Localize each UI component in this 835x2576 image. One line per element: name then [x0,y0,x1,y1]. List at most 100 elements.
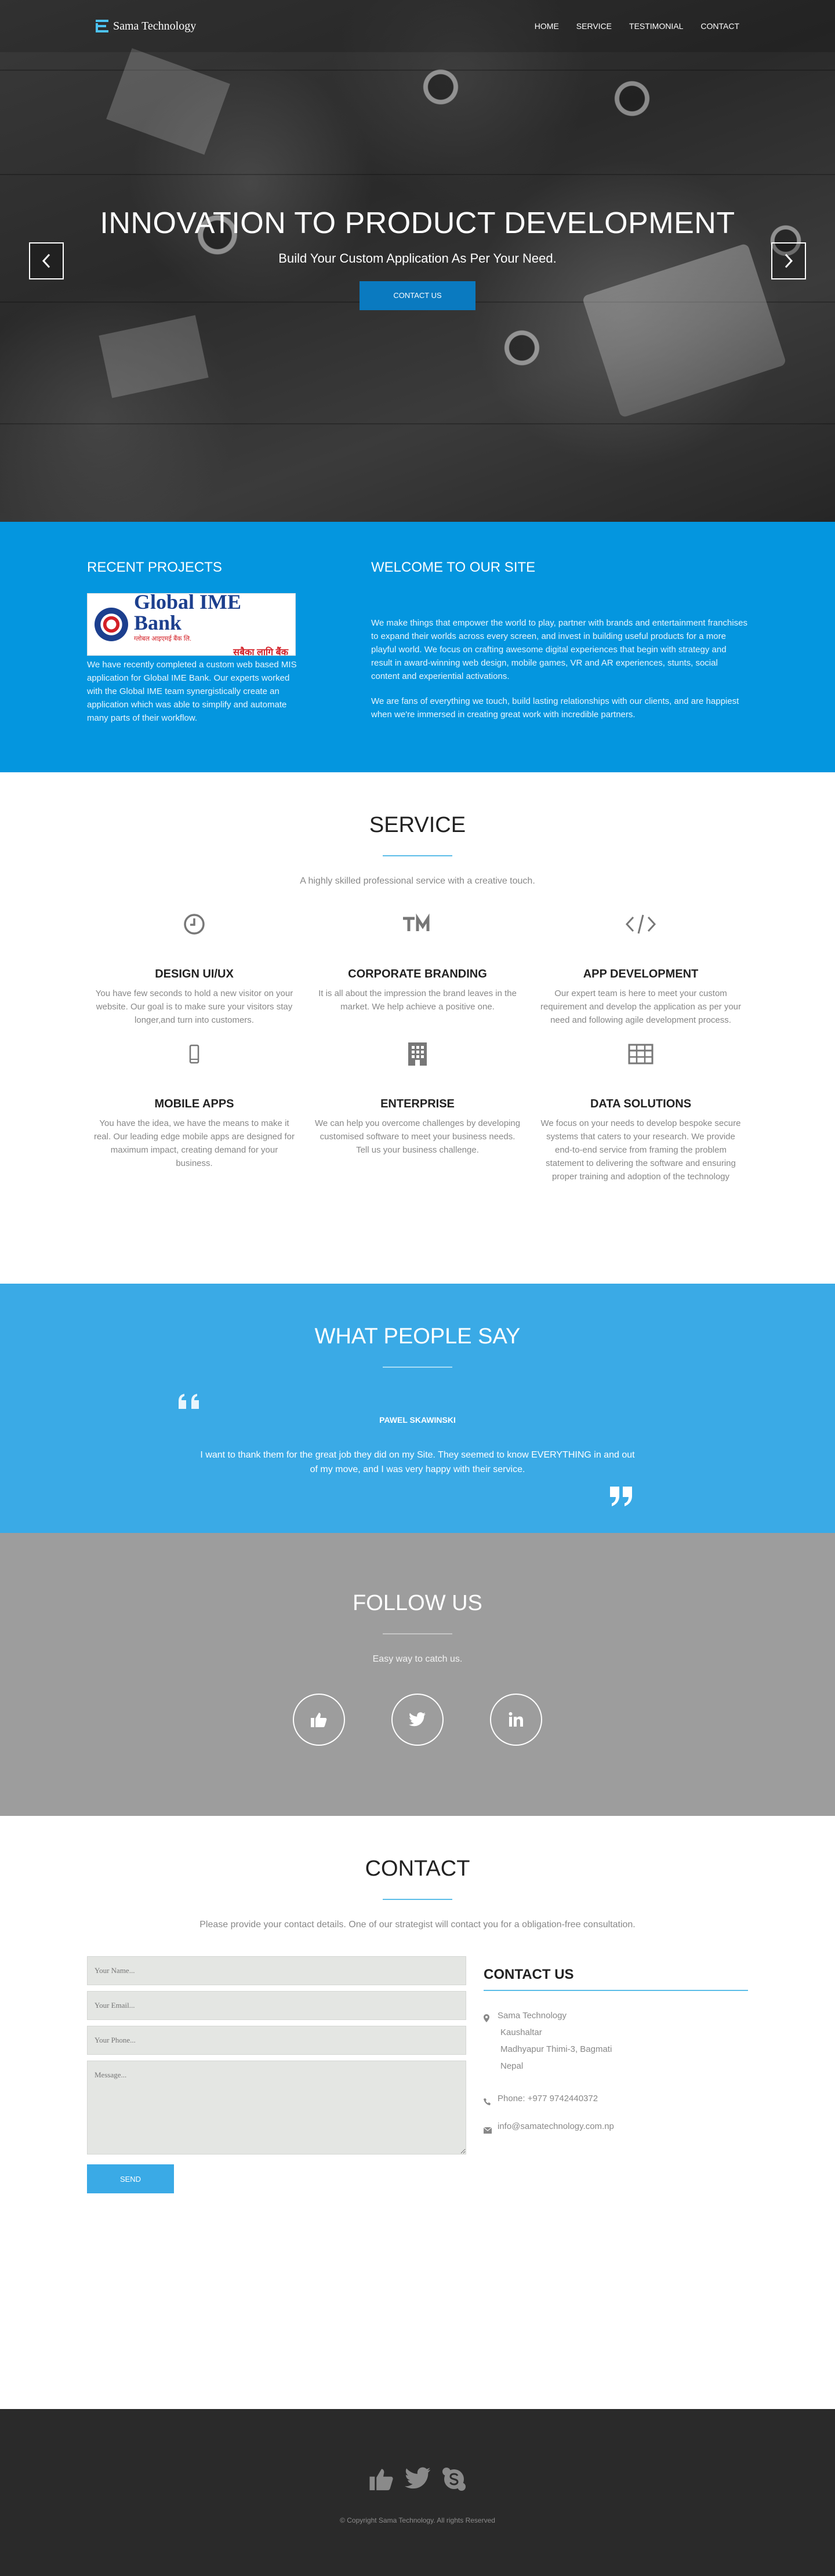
address-line: Sama Technology [498,2011,567,2021]
brand-name: Sama Technology [113,19,197,32]
footer-skype-link[interactable] [442,2467,466,2494]
divider [383,1633,452,1634]
welcome: WELCOME TO OUR SITE We make things that … [371,522,748,772]
phone-field[interactable] [87,2026,466,2055]
send-button[interactable]: SEND [87,2164,174,2193]
hero-title: INNOVATION TO PRODUCT DEVELOPMENT [100,206,735,240]
phone-text: Phone: +977 9742440372 [498,2094,598,2103]
testimonial-author: PAWEL SKAWINSKI [379,1415,456,1425]
service-heading: SERVICE [369,813,466,837]
service-item: APP DEVELOPMENT Our expert team is here … [529,910,753,1027]
map-marker-icon [484,2014,489,2022]
envelope-icon [483,2127,492,2134]
name-field[interactable] [87,1956,466,1985]
recent-projects-heading: RECENT PROJECTS [87,559,222,575]
recent-projects-text: We have recently completed a custom web … [87,660,297,723]
divider [383,1899,452,1900]
service-desc: You have the idea, we have the means to … [93,1118,295,1168]
service-item: ENTERPRISE We can help you overcome chal… [306,1040,529,1183]
service-lead: A highly skilled professional service wi… [300,876,535,886]
hero-section: Sama Technology HOME SERVICE TESTIMONIAL… [0,0,835,522]
copyright-text: © Copyright Sama Technology. All rights … [340,2516,495,2524]
bank-tagline: ग्लोबल आइएमई बैंक लि. [134,635,192,642]
service-item: MOBILE APPS You have the idea, we have t… [83,1040,306,1183]
service-desc: We focus on your needs to develop bespok… [540,1118,741,1182]
twitter-link[interactable] [391,1694,444,1746]
navbar: Sama Technology HOME SERVICE TESTIMONIAL… [0,0,835,52]
nav-home[interactable]: HOME [535,21,559,31]
twitter-icon [405,2467,431,2489]
testimonial-text: I want to thank them for the great job t… [200,1450,635,1474]
coffee-cup-image [418,64,464,110]
contact-heading: CONTACT [365,1856,470,1881]
service-item: DESIGN UI/UX You have few seconds to hol… [83,910,306,1027]
service-title: DATA SOLUTIONS [590,1098,692,1110]
hero-subtitle: Build Your Custom Application As Per You… [278,251,557,266]
footer-social [0,2467,835,2494]
projects-welcome-section: RECENT PROJECTS Global IME Bank ग्लोबल आ… [0,522,835,772]
address-line: Madhyapur Thimi-3, Bagmati [500,2044,612,2054]
quote-open-icon [179,1394,202,1412]
facebook-link[interactable] [293,1694,345,1746]
brand-logo[interactable]: Sama Technology [96,20,196,33]
clock-icon [184,914,205,935]
address-line: Kaushaltar [500,2028,542,2037]
testimonial-heading: WHAT PEOPLE SAY [314,1324,521,1349]
phone-icon [484,2098,491,2105]
skype-icon [442,2468,466,2491]
footer-like-link[interactable] [369,2467,394,2494]
service-title: DESIGN UI/UX [155,968,234,980]
background-plank [0,423,835,424]
contact-info: CONTACT US Sama Technology Kaushaltar Ma… [483,1956,748,2193]
service-desc: We can help you overcome challenges by d… [314,1118,521,1155]
service-desc: Our expert team is here to meet your cus… [540,989,742,1025]
code-icon [625,914,656,934]
nav-contact[interactable]: CONTACT [700,21,739,31]
contact-form: SEND [87,1956,466,2193]
coffee-cup-image [499,325,545,371]
service-desc: You have few seconds to hold a new visit… [95,989,293,1025]
coffee-cup-image [609,75,655,122]
message-field[interactable] [87,2061,466,2154]
follow-section: FOLLOW US Easy way to catch us. [0,1533,835,1816]
thumbs-up-icon [369,2469,393,2491]
nav-menu: HOME SERVICE TESTIMONIAL CONTACT [535,21,739,31]
contact-lead: Please provide your contact details. One… [199,1920,636,1930]
service-item: DATA SOLUTIONS We focus on your needs to… [529,1040,753,1183]
facebook-like-icon [311,1713,327,1727]
service-item: CORPORATE BRANDING It is all about the i… [306,910,529,1027]
paper-image [99,315,209,398]
mobile-icon [189,1044,199,1064]
follow-lead: Easy way to catch us. [372,1654,463,1664]
divider [383,1367,452,1368]
global-ime-bank-logo: Global IME Bank ग्लोबल आइएमई बैंक लि. सब… [87,591,296,657]
service-grid: DESIGN UI/UX You have few seconds to hol… [0,910,835,1183]
hero-content: INNOVATION TO PRODUCT DEVELOPMENT Build … [0,206,835,310]
divider [383,855,452,856]
background-plank [0,174,835,175]
welcome-heading: WELCOME TO OUR SITE [371,559,536,575]
email-link[interactable]: info@samatechnology.com.np [498,2119,614,2139]
welcome-paragraph-1: We make things that empower the world to… [371,618,747,681]
email: info@samatechnology.com.np [483,2119,748,2139]
service-title: MOBILE APPS [154,1098,234,1110]
nav-service[interactable]: SERVICE [576,21,612,31]
testimonial-section: WHAT PEOPLE SAY PAWEL SKAWINSKI I want t… [0,1284,835,1533]
bank-slogan: सबैका लागि बैंक [233,647,288,657]
service-section: SERVICE A highly skilled professional se… [0,772,835,1284]
quote-close-icon [610,1487,633,1509]
footer-twitter-link[interactable] [405,2467,431,2494]
nav-testimonial[interactable]: TESTIMONIAL [629,21,683,31]
phone: Phone: +977 9742440372 [484,2091,748,2112]
contact-us-button[interactable]: CONTACT US [360,281,475,310]
brand-icon [96,20,108,32]
linkedin-icon [509,1712,523,1727]
address: Sama Technology Kaushaltar Madhyapur Thi… [484,2007,748,2074]
contact-body: SEND CONTACT US Sama Technology Kaushalt… [0,1956,835,2193]
trademark-icon [403,913,430,931]
welcome-paragraph-2: We are fans of everything we touch, buil… [371,696,739,720]
linkedin-link[interactable] [490,1694,542,1746]
social-links [0,1694,835,1746]
email-field[interactable] [87,1991,466,2020]
table-icon [628,1044,654,1064]
